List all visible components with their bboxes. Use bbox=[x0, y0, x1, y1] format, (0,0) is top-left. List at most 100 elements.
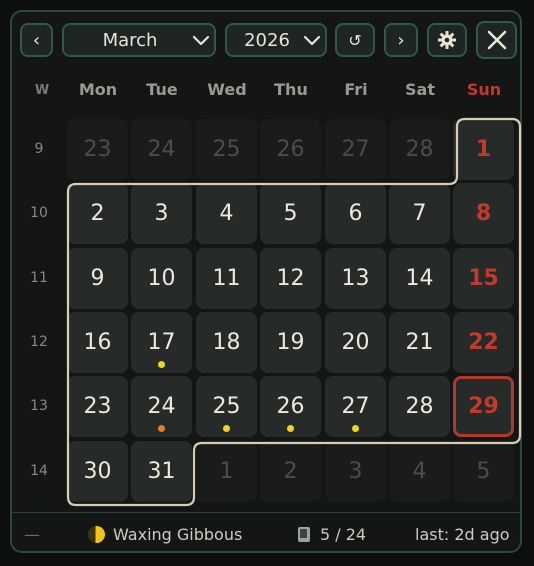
gear-icon bbox=[437, 30, 457, 50]
day-number: 14 bbox=[405, 266, 434, 291]
moon-phase: Waxing Gibbous bbox=[88, 524, 242, 544]
weekday-sat: Sat bbox=[405, 80, 435, 99]
day-number: 7 bbox=[412, 201, 427, 226]
day-cell[interactable]: 27 bbox=[325, 119, 386, 180]
weekday-tue: Tue bbox=[146, 80, 178, 99]
day-cell[interactable]: 25 bbox=[196, 376, 257, 437]
day-cell[interactable]: 28 bbox=[389, 376, 450, 437]
day-cell[interactable]: 15 bbox=[453, 248, 514, 309]
day-cell[interactable]: 2 bbox=[67, 183, 128, 244]
moon-phase-label: Waxing Gibbous bbox=[113, 524, 243, 544]
today-button[interactable]: ↺ bbox=[335, 23, 375, 57]
year-select-value: 2026 bbox=[244, 29, 290, 51]
day-number: 3 bbox=[348, 459, 363, 484]
day-number: 1 bbox=[219, 459, 234, 484]
day-cell[interactable]: 30 bbox=[67, 441, 128, 502]
event-dot bbox=[158, 425, 165, 432]
week-number: 11 bbox=[30, 270, 48, 286]
day-cell[interactable]: 6 bbox=[325, 183, 386, 244]
day-number: 8 bbox=[475, 201, 492, 226]
year-select[interactable]: 2026 bbox=[225, 23, 327, 57]
day-number: 26 bbox=[276, 137, 305, 162]
day-cell[interactable]: 11 bbox=[196, 248, 257, 309]
day-number: 15 bbox=[468, 266, 499, 291]
day-cell[interactable]: 14 bbox=[389, 248, 450, 309]
day-number: 28 bbox=[405, 137, 434, 162]
day-cell[interactable]: 26 bbox=[260, 119, 321, 180]
day-cell[interactable]: 21 bbox=[389, 312, 450, 373]
day-cell[interactable]: 5 bbox=[453, 441, 514, 502]
chevron-down-icon bbox=[299, 34, 325, 46]
day-cell[interactable]: 1 bbox=[453, 119, 514, 180]
day-number: 23 bbox=[83, 137, 112, 162]
day-cell[interactable]: 24 bbox=[131, 119, 192, 180]
day-number: 21 bbox=[405, 330, 434, 355]
book-icon bbox=[298, 526, 310, 542]
day-cell-today[interactable]: 29 bbox=[453, 376, 514, 437]
week-number: 14 bbox=[30, 463, 48, 479]
day-number: 2 bbox=[283, 459, 298, 484]
week-number: 9 bbox=[34, 141, 44, 157]
day-cell[interactable]: 27 bbox=[325, 376, 386, 437]
event-dot bbox=[352, 425, 359, 432]
entry-count-label: 5 / 24 bbox=[320, 524, 367, 544]
event-dot bbox=[287, 425, 294, 432]
day-number: 17 bbox=[147, 330, 176, 355]
day-number: 29 bbox=[468, 394, 499, 419]
day-number: 20 bbox=[341, 330, 370, 355]
day-cell[interactable]: 20 bbox=[325, 312, 386, 373]
day-cell[interactable]: 8 bbox=[453, 183, 514, 244]
day-number: 4 bbox=[219, 201, 234, 226]
day-cell[interactable]: 22 bbox=[453, 312, 514, 373]
day-number: 4 bbox=[412, 459, 427, 484]
day-number: 5 bbox=[283, 201, 298, 226]
day-cell[interactable]: 2 bbox=[260, 441, 321, 502]
day-number: 28 bbox=[405, 394, 434, 419]
day-number: 2 bbox=[90, 201, 105, 226]
day-cell[interactable]: 24 bbox=[131, 376, 192, 437]
chevron-down-icon bbox=[188, 34, 214, 46]
day-number: 16 bbox=[83, 330, 112, 355]
prev-month-button[interactable]: ‹ bbox=[20, 23, 53, 57]
day-number: 25 bbox=[212, 394, 241, 419]
settings-button[interactable] bbox=[427, 23, 467, 57]
day-cell[interactable]: 17 bbox=[131, 312, 192, 373]
day-cell[interactable]: 19 bbox=[260, 312, 321, 373]
day-cell[interactable]: 23 bbox=[67, 119, 128, 180]
weekday-wed: Wed bbox=[207, 80, 247, 99]
event-dot bbox=[223, 425, 230, 432]
day-number: 25 bbox=[212, 137, 241, 162]
day-number: 1 bbox=[475, 137, 492, 162]
day-cell[interactable]: 7 bbox=[389, 183, 450, 244]
day-number: 27 bbox=[341, 137, 370, 162]
chevron-right-icon: › bbox=[397, 29, 405, 51]
day-cell[interactable]: 13 bbox=[325, 248, 386, 309]
chevron-left-icon: ‹ bbox=[32, 29, 41, 51]
day-cell[interactable]: 3 bbox=[325, 441, 386, 502]
day-cell[interactable]: 26 bbox=[260, 376, 321, 437]
weekday-thu: Thu bbox=[274, 80, 308, 99]
day-cell[interactable]: 4 bbox=[389, 441, 450, 502]
day-cell[interactable]: 9 bbox=[67, 248, 128, 309]
day-cell[interactable]: 3 bbox=[131, 183, 192, 244]
day-cell[interactable]: 18 bbox=[196, 312, 257, 373]
close-icon bbox=[486, 29, 508, 51]
month-select[interactable]: March bbox=[62, 23, 216, 57]
next-month-button[interactable]: › bbox=[384, 23, 418, 57]
day-cell[interactable]: 31 bbox=[131, 441, 192, 502]
close-button[interactable] bbox=[476, 21, 517, 59]
day-number: 10 bbox=[147, 266, 176, 291]
day-number: 13 bbox=[341, 266, 370, 291]
day-cell[interactable]: 12 bbox=[260, 248, 321, 309]
day-number: 22 bbox=[468, 330, 499, 355]
day-cell[interactable]: 5 bbox=[260, 183, 321, 244]
day-cell[interactable]: 25 bbox=[196, 119, 257, 180]
day-cell[interactable]: 23 bbox=[67, 376, 128, 437]
weekday-fri: Fri bbox=[344, 80, 368, 99]
day-cell[interactable]: 28 bbox=[389, 119, 450, 180]
day-cell[interactable]: 1 bbox=[196, 441, 257, 502]
day-number: 24 bbox=[147, 394, 176, 419]
day-cell[interactable]: 16 bbox=[67, 312, 128, 373]
day-cell[interactable]: 10 bbox=[131, 248, 192, 309]
day-cell[interactable]: 4 bbox=[196, 183, 257, 244]
